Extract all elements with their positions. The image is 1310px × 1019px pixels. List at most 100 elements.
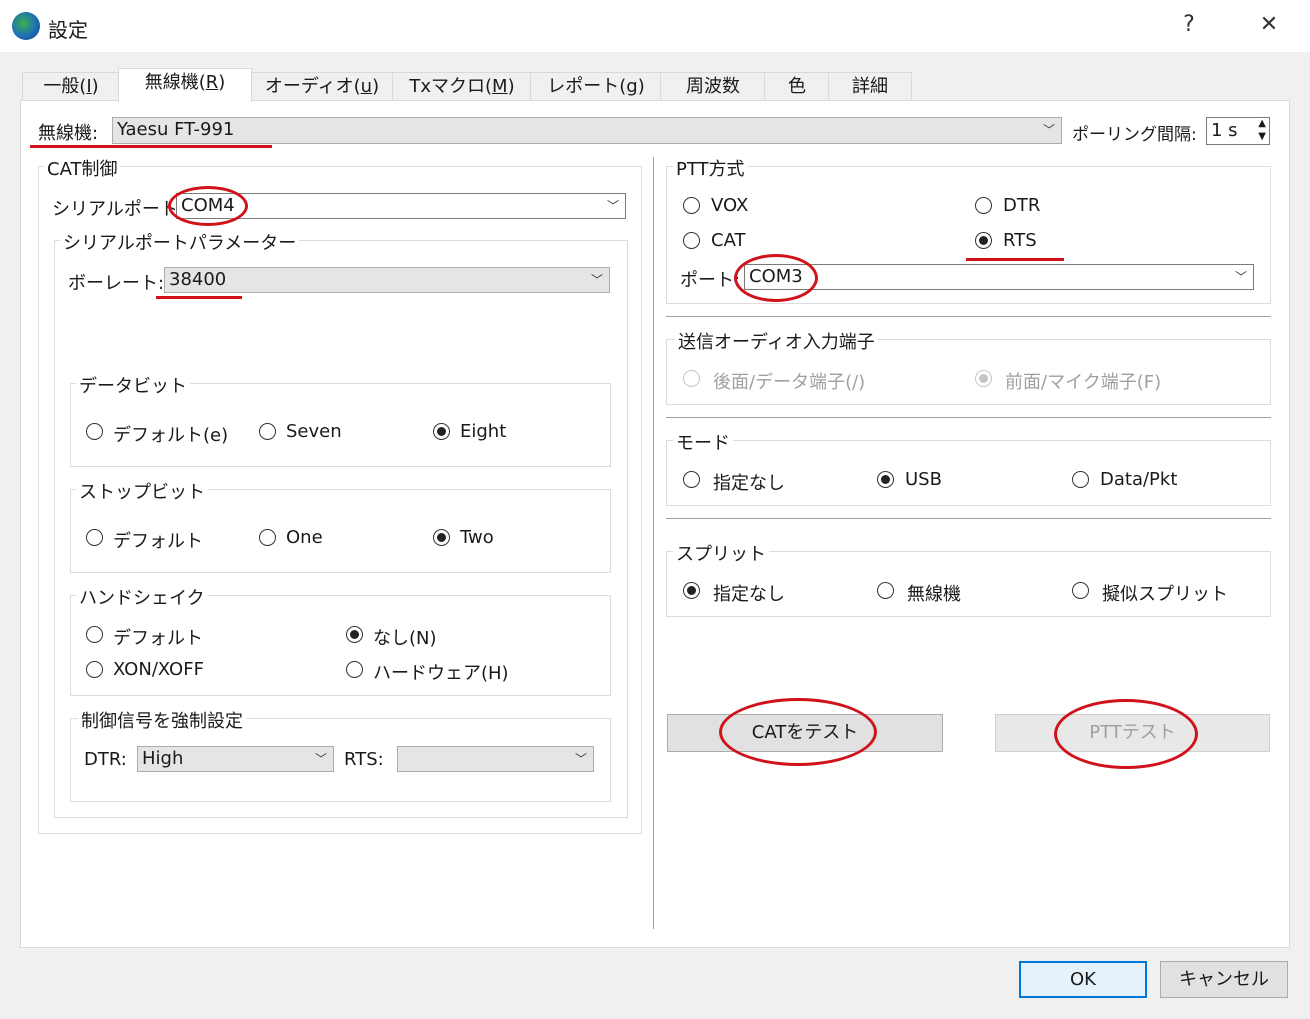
chevron-down-icon: ﹀: [590, 273, 603, 287]
mode-datapkt-label: Data/Pkt: [1100, 469, 1178, 490]
vertical-separator: [653, 157, 654, 929]
ptt-port-value: COM3: [749, 266, 803, 287]
close-button[interactable]: ✕: [1254, 12, 1284, 37]
split-none-radio[interactable]: [683, 582, 700, 599]
split-fake-radio[interactable]: [1072, 582, 1089, 599]
annotation-underline: [966, 258, 1064, 261]
mode-title: モード: [673, 429, 733, 455]
chevron-down-icon: ﹀: [1234, 270, 1247, 284]
stop-bits-two-label: Two: [460, 527, 494, 548]
handshake-xonxoff-radio[interactable]: [86, 661, 103, 678]
cancel-button[interactable]: キャンセル: [1160, 961, 1288, 998]
serial-params-title: シリアルポートパラメーター: [60, 229, 300, 255]
chevron-down-icon: ﹀: [1042, 123, 1055, 137]
mode-none-radio[interactable]: [683, 471, 700, 488]
test-cat-button[interactable]: CATをテスト: [667, 714, 943, 752]
ptt-rts-label: RTS: [1003, 230, 1037, 251]
ptt-port-select[interactable]: COM3 ﹀: [744, 264, 1254, 290]
tab-advanced[interactable]: 詳細: [828, 72, 912, 101]
polling-value: 1 s: [1211, 120, 1238, 141]
cat-control-title: CAT制御: [44, 155, 121, 181]
mode-none-label: 指定なし: [713, 473, 785, 494]
window-title: 設定: [48, 18, 88, 42]
chevron-down-icon: ﹀: [574, 752, 587, 766]
handshake-xonxoff-label: XON/XOFF: [113, 659, 204, 680]
ptt-port-label: ポート:: [680, 270, 741, 291]
ptt-method-title: PTT方式: [673, 155, 748, 181]
ptt-dtr-radio[interactable]: [975, 197, 992, 214]
app-globe-icon: [12, 12, 40, 40]
tab-general[interactable]: 一般(I): [22, 72, 120, 101]
tx-audio-front-label: 前面/マイク端子(F): [1005, 372, 1162, 393]
horizontal-separator: [666, 417, 1271, 418]
tx-audio-source-title: 送信オーディオ入力端子: [675, 328, 878, 354]
serial-port-select[interactable]: COM4 ﹀: [176, 193, 626, 219]
polling-label: ポーリング間隔:: [1072, 125, 1197, 145]
split-rig-label: 無線機: [907, 584, 961, 605]
tab-audio[interactable]: オーディオ(u): [250, 72, 394, 101]
force-control-title: 制御信号を強制設定: [78, 707, 246, 733]
split-title: スプリット: [673, 540, 769, 566]
mode-datapkt-radio[interactable]: [1072, 471, 1089, 488]
data-bits-default-label: デフォルト(e): [113, 425, 229, 446]
handshake-none-radio[interactable]: [346, 626, 363, 643]
split-rig-radio[interactable]: [877, 582, 894, 599]
dtr-value: High: [142, 748, 184, 769]
test-ptt-button[interactable]: PTTテスト: [995, 714, 1270, 752]
spin-down-icon[interactable]: ▼: [1258, 131, 1266, 143]
data-bits-eight-radio[interactable]: [433, 423, 450, 440]
data-bits-default-radio[interactable]: [86, 423, 103, 440]
chevron-down-icon: ﹀: [606, 199, 619, 213]
baud-rate-select[interactable]: 38400 ﹀: [164, 267, 610, 293]
data-bits-eight-label: Eight: [460, 421, 507, 442]
horizontal-separator: [666, 518, 1271, 519]
dtr-label: DTR:: [84, 749, 127, 770]
dtr-select[interactable]: High ﹀: [137, 746, 334, 772]
stop-bits-default-label: デフォルト: [113, 531, 203, 552]
ptt-vox-radio[interactable]: [683, 197, 700, 214]
ptt-vox-label: VOX: [711, 195, 749, 216]
handshake-none-label: なし(N): [373, 628, 437, 649]
handshake-default-radio[interactable]: [86, 626, 103, 643]
tab-colors[interactable]: 色: [764, 72, 830, 101]
rts-label: RTS:: [344, 749, 384, 770]
stop-bits-two-radio[interactable]: [433, 529, 450, 546]
data-bits-seven-radio[interactable]: [259, 423, 276, 440]
stop-bits-title: ストップビット: [76, 478, 208, 504]
help-button[interactable]: ?: [1174, 12, 1204, 37]
handshake-hardware-radio[interactable]: [346, 661, 363, 678]
stop-bits-one-label: One: [286, 527, 323, 548]
baud-rate-label: ボーレート:: [68, 273, 165, 294]
tx-audio-front-radio[interactable]: [975, 370, 992, 387]
rig-select[interactable]: Yaesu FT-991 ﹀: [112, 117, 1062, 144]
tab-frequencies[interactable]: 周波数: [660, 72, 766, 101]
ptt-cat-radio[interactable]: [683, 232, 700, 249]
annotation-underline: [156, 296, 242, 299]
tab-radio[interactable]: 無線機(R): [118, 68, 252, 102]
split-none-label: 指定なし: [713, 584, 785, 605]
rig-select-value: Yaesu FT-991: [117, 119, 235, 140]
tab-reporting[interactable]: レポート(g): [530, 72, 662, 101]
horizontal-separator: [666, 316, 1271, 317]
data-bits-title: データビット: [76, 372, 190, 398]
handshake-title: ハンドシェイク: [76, 584, 208, 610]
tab-tx-macros[interactable]: Txマクロ(M): [392, 72, 532, 101]
stop-bits-one-radio[interactable]: [259, 529, 276, 546]
ok-button[interactable]: OK: [1019, 961, 1147, 998]
stop-bits-default-radio[interactable]: [86, 529, 103, 546]
rig-label: 無線機:: [38, 123, 99, 144]
mode-usb-radio[interactable]: [877, 471, 894, 488]
rts-select[interactable]: ﹀: [397, 746, 594, 772]
handshake-default-label: デフォルト: [113, 628, 203, 649]
data-bits-seven-label: Seven: [286, 421, 342, 442]
ptt-cat-label: CAT: [711, 230, 746, 251]
tx-audio-rear-radio[interactable]: [683, 370, 700, 387]
spin-up-icon[interactable]: ▲: [1258, 118, 1266, 130]
ptt-rts-radio[interactable]: [975, 232, 992, 249]
polling-interval-spinbox[interactable]: 1 s ▲ ▼: [1206, 117, 1270, 145]
annotation-underline: [30, 145, 272, 148]
ptt-dtr-label: DTR: [1003, 195, 1041, 216]
baud-rate-value: 38400: [169, 269, 227, 290]
tx-audio-rear-label: 後面/データ端子(/): [713, 372, 866, 393]
split-fake-label: 擬似スプリット: [1102, 584, 1228, 605]
